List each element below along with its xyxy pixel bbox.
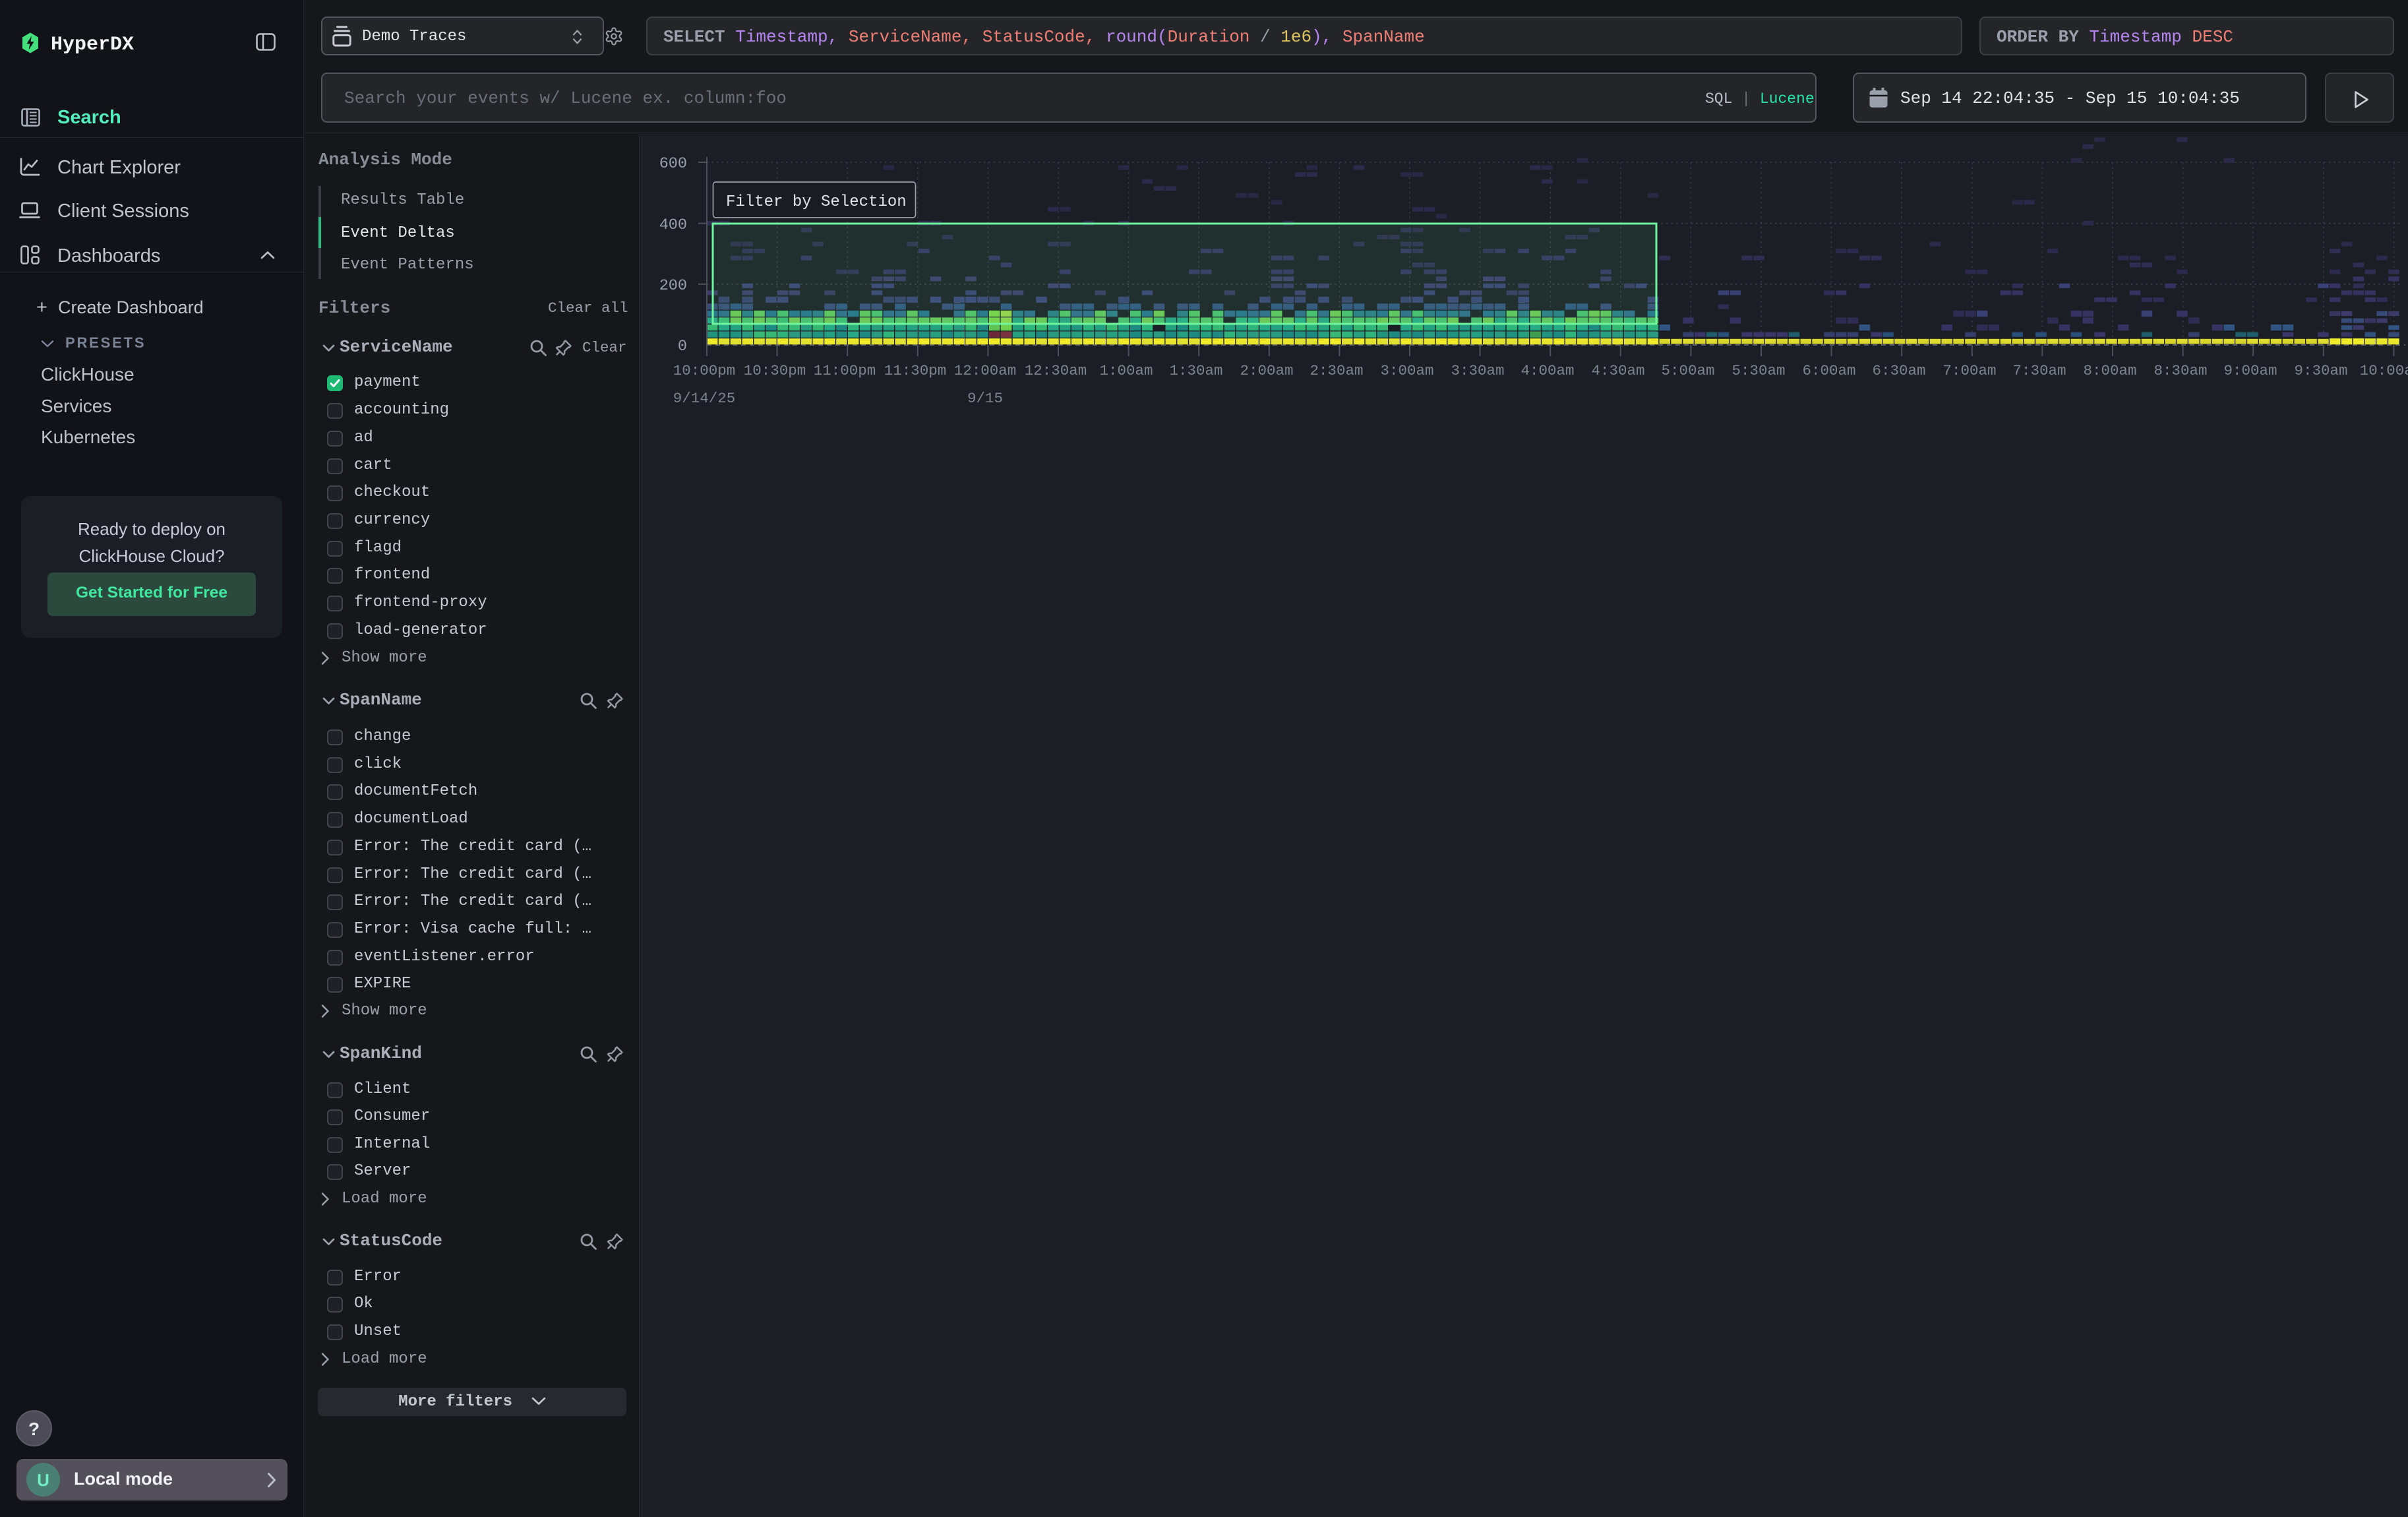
svg-text:600: 600 <box>659 155 687 173</box>
svg-text:7:30am: 7:30am <box>2012 362 2066 379</box>
svg-text:10:00pm: 10:00pm <box>673 362 736 379</box>
svg-text:8:30am: 8:30am <box>2153 362 2207 379</box>
svg-text:200: 200 <box>659 277 687 295</box>
svg-text:4:30am: 4:30am <box>1591 362 1644 379</box>
svg-text:10:30pm: 10:30pm <box>744 362 806 379</box>
svg-text:9/15: 9/15 <box>967 390 1003 407</box>
svg-text:5:00am: 5:00am <box>1661 362 1714 379</box>
svg-text:400: 400 <box>659 216 687 234</box>
svg-text:3:00am: 3:00am <box>1380 362 1433 379</box>
svg-text:4:00am: 4:00am <box>1520 362 1574 379</box>
svg-text:2:00am: 2:00am <box>1240 362 1293 379</box>
svg-text:12:00am: 12:00am <box>954 362 1017 379</box>
svg-text:11:30pm: 11:30pm <box>884 362 947 379</box>
svg-text:9:00am: 9:00am <box>2223 362 2277 379</box>
svg-text:10:00am: 10:00am <box>2360 362 2408 379</box>
svg-text:3:30am: 3:30am <box>1451 362 1504 379</box>
svg-text:6:30am: 6:30am <box>1872 362 1925 379</box>
svg-text:1:30am: 1:30am <box>1169 362 1222 379</box>
svg-text:2:30am: 2:30am <box>1309 362 1363 379</box>
svg-text:9:30am: 9:30am <box>2294 362 2347 379</box>
svg-text:7:00am: 7:00am <box>1942 362 1996 379</box>
svg-text:1:00am: 1:00am <box>1099 362 1153 379</box>
svg-text:9/14/25: 9/14/25 <box>673 390 736 407</box>
svg-text:0: 0 <box>678 338 687 356</box>
svg-text:6:00am: 6:00am <box>1802 362 1855 379</box>
svg-text:12:30am: 12:30am <box>1025 362 1087 379</box>
svg-text:11:00pm: 11:00pm <box>814 362 876 379</box>
svg-text:8:00am: 8:00am <box>2083 362 2136 379</box>
svg-text:Filter by Selection: Filter by Selection <box>726 193 907 211</box>
svg-text:5:30am: 5:30am <box>1731 362 1785 379</box>
